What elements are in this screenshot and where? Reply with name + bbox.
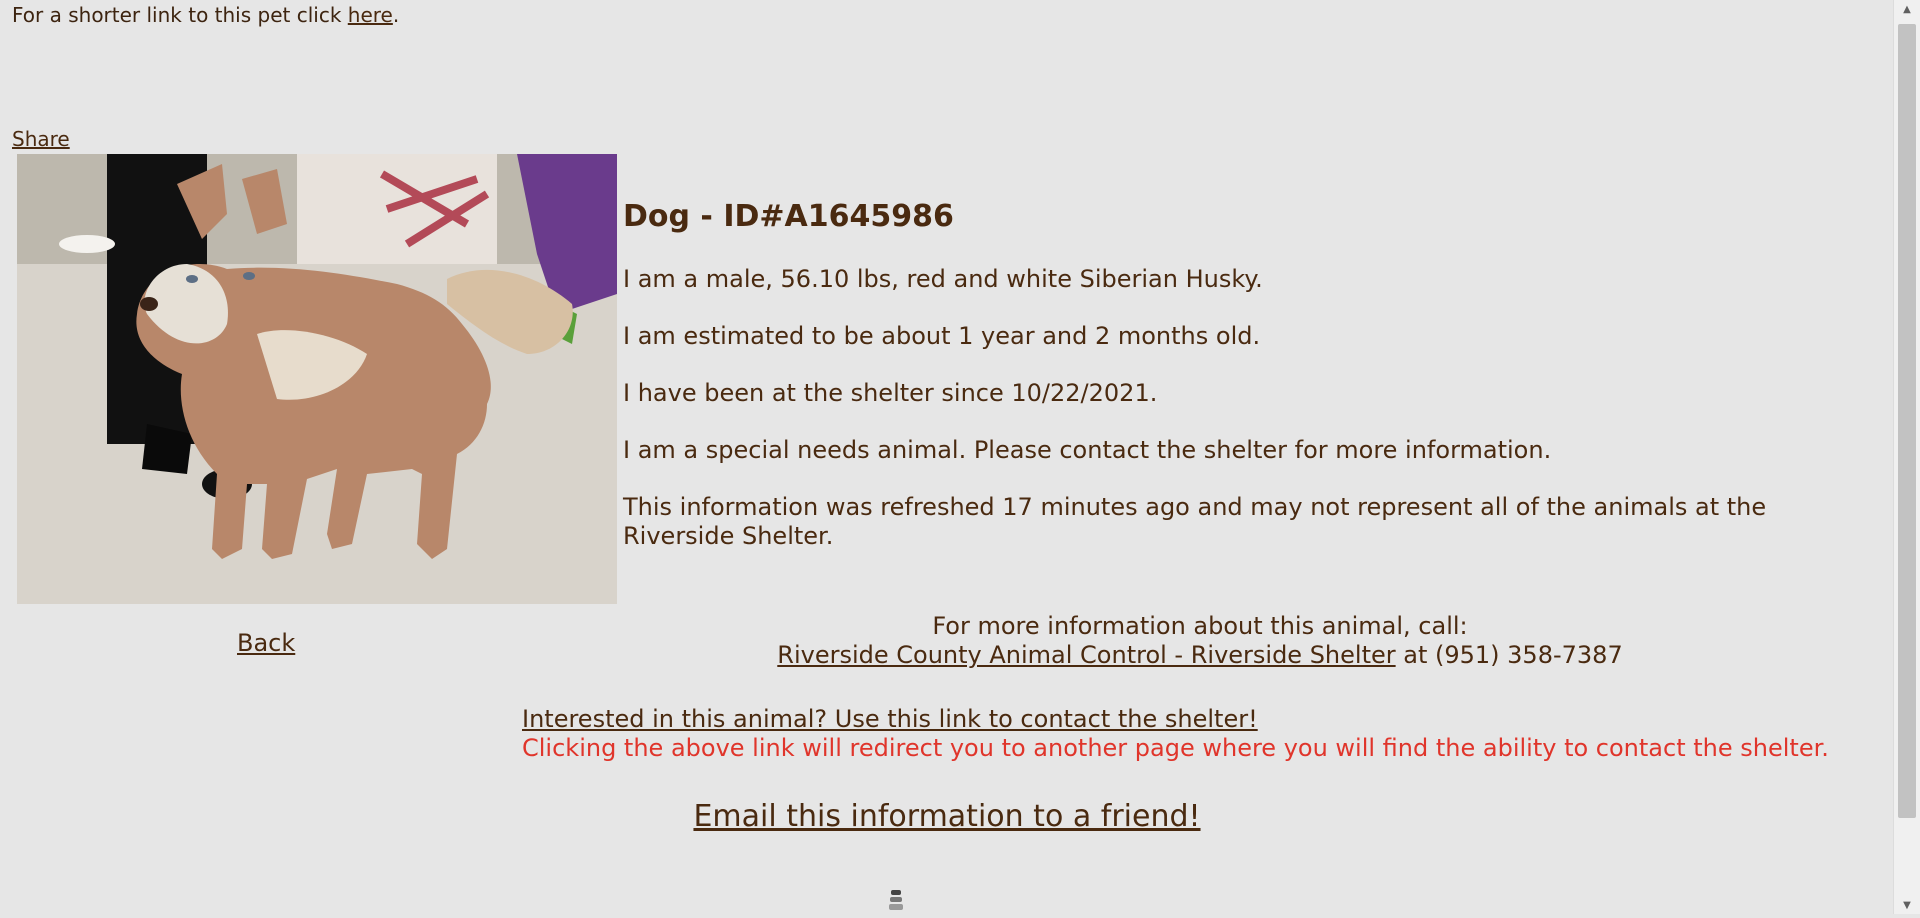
contact-line: Riverside County Animal Control - Rivers… xyxy=(620,641,1780,670)
shortlink-period: . xyxy=(392,3,400,27)
email-friend-link[interactable]: Email this information to a friend! xyxy=(693,799,1200,834)
shortlink-text: For a shorter link to this pet click xyxy=(12,3,348,27)
pet-age: I am estimated to be about 1 year and 2 … xyxy=(623,322,1261,350)
scroll-thumb[interactable] xyxy=(1898,24,1916,818)
shelter-phone: at (951) 358-7387 xyxy=(1395,641,1623,669)
share-link[interactable]: Share xyxy=(12,126,70,152)
contact-info: For more information about this animal, … xyxy=(620,612,1780,670)
pet-shelter-since: I have been at the shelter since 10/22/2… xyxy=(623,379,1158,407)
contact-shelter-link[interactable]: Interested in this animal? Use this link… xyxy=(522,705,1258,734)
pet-special-needs: I am a special needs animal. Please cont… xyxy=(623,436,1552,464)
pet-description: I am a male, 56.10 lbs, red and white Si… xyxy=(623,265,1263,293)
shelter-link[interactable]: Riverside County Animal Control - Rivers… xyxy=(777,641,1395,669)
back-link[interactable]: Back xyxy=(237,627,295,659)
pet-info: Dog - ID#A1645986 I am a male, 56.10 lbs… xyxy=(623,195,1813,579)
shortlink-here-link[interactable]: here xyxy=(348,3,393,27)
scroll-down-arrow-icon[interactable]: ▼ xyxy=(1894,896,1920,914)
pet-title: Dog - ID#A1645986 xyxy=(623,199,954,234)
redirect-note: Clicking the above link will redirect yo… xyxy=(522,734,1829,762)
contact-intro: For more information about this animal, … xyxy=(932,612,1468,640)
vertical-scrollbar[interactable]: ▲ ▼ xyxy=(1893,0,1920,914)
pet-photo xyxy=(17,154,617,604)
loading-spinner-icon xyxy=(887,888,905,914)
scroll-up-arrow-icon[interactable]: ▲ xyxy=(1894,0,1920,18)
email-friend: Email this information to a friend! xyxy=(0,797,1894,837)
refresh-note: This information was refreshed 17 minute… xyxy=(623,493,1767,550)
shortlink-line: For a shorter link to this pet click her… xyxy=(12,2,399,28)
